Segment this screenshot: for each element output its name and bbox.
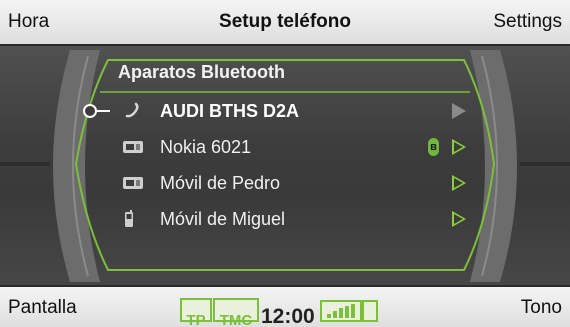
- tmc-badge: TMC: [213, 298, 259, 327]
- phone-setup-screen: Hora Setup teléfono Settings Aparatos Bl…: [0, 0, 570, 327]
- device-label: Móvil de Pedro: [160, 173, 281, 193]
- bluetooth-icon: ʙ: [428, 138, 439, 156]
- tp-badge: TP: [180, 298, 212, 327]
- device-item-movil-pedro[interactable]: Móvil de Pedro: [0, 166, 570, 200]
- device-item-nokia[interactable]: Nokia 6021 ʙ: [0, 130, 570, 164]
- handset-icon: [125, 102, 139, 118]
- device-label: AUDI BTHS D2A: [160, 101, 300, 121]
- play-outline-icon[interactable]: [452, 211, 466, 227]
- settings-softkey[interactable]: Settings: [493, 0, 562, 44]
- device-label: Móvil de Miguel: [160, 209, 286, 229]
- panel-title: Aparatos Bluetooth: [118, 62, 286, 82]
- sim-icon: [362, 300, 378, 322]
- pantalla-softkey[interactable]: Pantalla: [8, 287, 77, 327]
- mobile-icon: [125, 210, 133, 227]
- play-outline-icon[interactable]: [452, 175, 466, 191]
- top-bar: Hora Setup teléfono Settings: [0, 0, 570, 46]
- play-outline-icon[interactable]: [452, 139, 466, 155]
- tono-softkey[interactable]: Tono: [521, 287, 562, 327]
- device-label: Nokia 6021: [160, 137, 252, 157]
- signal-bars-icon: [320, 300, 362, 322]
- device-item-movil-miguel[interactable]: Móvil de Miguel: [0, 202, 570, 236]
- device-item-audi-bths[interactable]: AUDI BTHS D2A: [0, 94, 570, 128]
- bottom-bar: Pantalla TP TMC 12:00 Tono: [0, 285, 570, 327]
- phone-icon: [123, 141, 143, 153]
- play-filled-icon[interactable]: [452, 103, 466, 119]
- phone-icon: [123, 177, 143, 189]
- clock: 12:00: [261, 305, 315, 327]
- page-title: Setup teléfono: [219, 11, 351, 32]
